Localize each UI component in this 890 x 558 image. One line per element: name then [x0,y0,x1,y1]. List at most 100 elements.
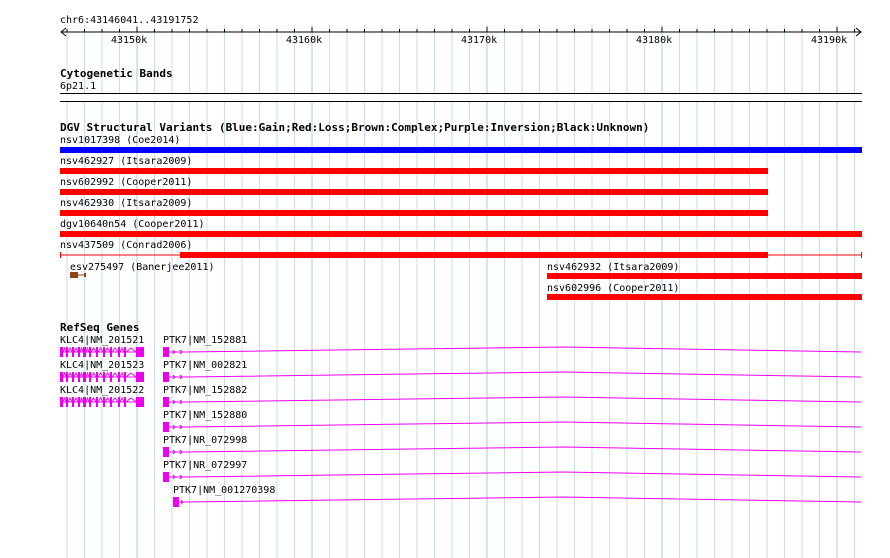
gene-model[interactable] [163,396,863,408]
intron [119,371,125,378]
dgv-feature-label: nsv437509 (Conrad2006) [60,240,193,251]
exon [96,347,98,357]
exon [163,472,169,482]
gene-model[interactable] [60,371,150,383]
cytoband-label: 6p21.1 [60,81,97,92]
exon [66,397,68,407]
dgv-feature-bar[interactable] [60,251,864,259]
intron [184,446,862,453]
ruler-tick-label: 43160k [286,35,323,46]
exon [78,347,80,357]
exon [124,372,126,382]
exon [110,347,112,357]
exon [118,347,120,357]
exon [96,397,98,407]
gene-label: PTK7|NM_152880 [163,410,248,421]
exon [124,347,126,357]
intron [73,396,79,403]
dgv-feature-bar[interactable] [60,210,768,216]
intron [67,371,73,378]
gene-model[interactable] [163,421,863,433]
dgv-feature-bar[interactable] [60,231,862,237]
exon [136,347,144,357]
intron [97,347,104,353]
gene-model[interactable] [173,496,863,508]
intron [79,371,84,378]
intron [111,397,119,403]
exon [136,397,144,407]
dgv-feature-label: esv275497 (Banerjee2011) [70,262,215,273]
intron [90,347,97,353]
intron [184,346,862,353]
intron [184,371,862,378]
exon [103,397,105,407]
cytoband-bar[interactable] [60,93,862,102]
intron [62,346,67,353]
refseq-track-title: RefSeq Genes [60,321,140,334]
dgv-feature-label: nsv602996 (Cooper2011) [547,283,680,294]
exon [103,372,105,382]
dgv-feature-bar[interactable] [547,294,862,300]
gene-model[interactable] [163,446,863,458]
intron [79,346,84,353]
intron [119,346,125,353]
intron [184,396,862,403]
intron [111,372,119,378]
intron [85,346,90,353]
exon [83,372,86,382]
gene-model[interactable] [60,396,150,408]
intron [62,396,67,403]
intron [79,396,84,403]
gene-label: KLC4|NM_201522 [60,385,145,396]
exon [83,397,86,407]
intron [73,371,79,378]
gene-model[interactable] [163,346,863,358]
exon [66,347,68,357]
exon [136,372,144,382]
ruler-tick-label: 43190k [811,35,848,46]
dgv-feature-label: nsv462930 (Itsara2009) [60,198,193,209]
dgv-feature-bar[interactable] [547,273,862,279]
exon [83,347,86,357]
intron [125,397,137,403]
dgv-feature-bar[interactable] [60,147,862,153]
ruler-tick-label: 43180k [636,35,673,46]
exon [66,372,68,382]
exon [89,347,91,357]
dgv-feature-bar[interactable] [70,271,90,279]
gene-model[interactable] [163,371,863,383]
intron [67,346,73,353]
dgv-feature-label: nsv462932 (Itsara2009) [547,262,680,273]
exon [163,397,169,407]
exon [163,447,169,457]
exon [89,397,91,407]
intron [62,371,67,378]
exon [89,372,91,382]
exon [163,422,169,432]
exon [124,397,126,407]
exon [78,372,80,382]
intron [186,496,862,503]
ruler-tick-label: 43150k [111,35,148,46]
exon [163,372,169,382]
gene-model[interactable] [60,346,150,358]
cytoband-track-title: Cytogenetic Bands [60,67,173,80]
dgv-feature-bar[interactable] [60,189,768,195]
intron [125,347,137,353]
intron [111,347,119,353]
exon [72,372,74,382]
gene-label: PTK7|NR_072998 [163,435,248,446]
ruler-tick-label: 43170k [461,35,498,46]
exon [118,397,120,407]
intron [104,372,111,378]
intron [184,421,862,428]
dgv-feature-bar[interactable] [60,168,768,174]
intron [97,372,104,378]
intron [125,372,137,378]
gene-model[interactable] [163,471,863,483]
intron [90,397,97,403]
intron [104,347,111,353]
gene-label: PTK7|NM_152882 [163,385,248,396]
intron [85,371,90,378]
gene-label: PTK7|NM_002821 [163,360,248,371]
